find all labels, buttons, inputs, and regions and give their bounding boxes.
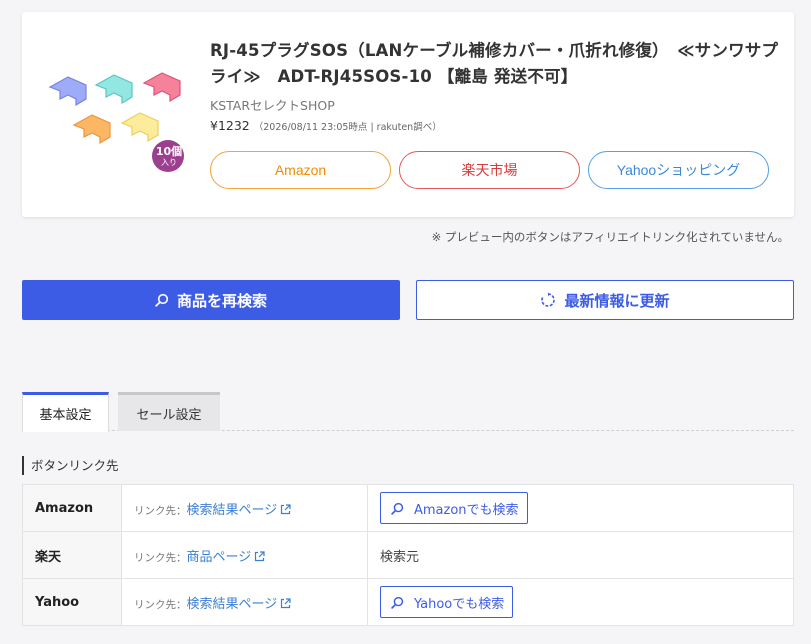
link-target-cell: リンク先：検索結果ページ [121,578,368,626]
yahoo-shopping-button[interactable]: Yahooショッピング [588,151,769,189]
external-link-icon [281,503,291,514]
count-badge: 10個 入り [153,146,185,168]
refresh-info-button[interactable]: 最新情報に更新 [416,280,794,320]
link-prefix: リンク先： [134,504,187,517]
research-product-button[interactable]: 商品を再検索 [22,280,400,320]
product-image [48,72,184,172]
amazon-button[interactable]: Amazon [210,151,391,189]
table-row: 楽天 リンク先：商品ページ 検索元 [22,531,794,579]
affiliate-disclaimer: ※ プレビュー内のボタンはアフィリエイトリンク化されていません。 [431,230,789,244]
price-line: ¥1232 （2026/08/11 23:05時点 | rakuten調べ） [210,118,442,133]
table-row: Yahoo リンク先：検索結果ページ Yahooでも検索 [22,578,794,626]
link-target[interactable]: 検索結果ページ [187,503,278,518]
store-name: Yahoo [22,578,122,626]
action-cell: 検索元 [367,531,794,579]
search-icon [391,596,404,609]
price-note: （2026/08/11 23:05時点 | rakuten調べ） [253,122,442,133]
amazon-search-label: Amazonでも検索 [414,502,519,518]
product-preview-card: 10個 入り RJ-45プラグSOS（LANケーブル補修カバー・爪折れ修復） ≪… [22,12,794,217]
search-icon [391,502,404,515]
refresh-label: 最新情報に更新 [564,291,670,310]
action-cell: Amazonでも検索 [367,484,794,532]
price: ¥1232 [210,118,250,133]
refresh-icon [541,292,556,307]
search-origin-text: 検索元 [380,549,420,565]
research-label: 商品を再検索 [176,291,267,310]
rakuten-button[interactable]: 楽天市場 [399,151,580,189]
tab-sale-settings[interactable]: セール設定 [118,392,220,431]
settings-tabs: 基本設定 セール設定 [22,392,794,432]
store-name: 楽天 [22,531,122,579]
store-name: Amazon [22,484,122,532]
link-prefix: リンク先： [134,598,187,611]
table-row: Amazon リンク先：検索結果ページ Amazonでも検索 [22,484,794,532]
search-icon [155,293,169,307]
tab-basic-settings[interactable]: 基本設定 [22,392,109,432]
badge-unit: 入り [161,158,177,167]
external-link-icon [281,597,291,608]
link-target[interactable]: 検索結果ページ [187,597,278,612]
yahoo-search-label: Yahooでも検索 [414,596,505,612]
action-cell: Yahooでも検索 [367,578,794,626]
amazon-search-button[interactable]: Amazonでも検索 [380,492,528,524]
link-prefix: リンク先： [134,551,187,564]
shop-name: KSTARセレクトSHOP [210,98,335,113]
yahoo-search-button[interactable]: Yahooでも検索 [380,586,514,618]
link-target-cell: リンク先：商品ページ [121,531,368,579]
badge-count: 10個 [155,145,183,158]
link-target[interactable]: 商品ページ [187,550,252,565]
link-target-cell: リンク先：検索結果ページ [121,484,368,532]
product-title[interactable]: RJ-45プラグSOS（LANケーブル補修カバー・爪折れ修復） ≪サンワサプライ… [210,38,780,90]
section-title: ボタンリンク先 [22,456,119,475]
button-link-table: Amazon リンク先：検索結果ページ Amazonでも検索 楽天 リンク先：商… [22,484,794,626]
external-link-icon [255,550,265,561]
